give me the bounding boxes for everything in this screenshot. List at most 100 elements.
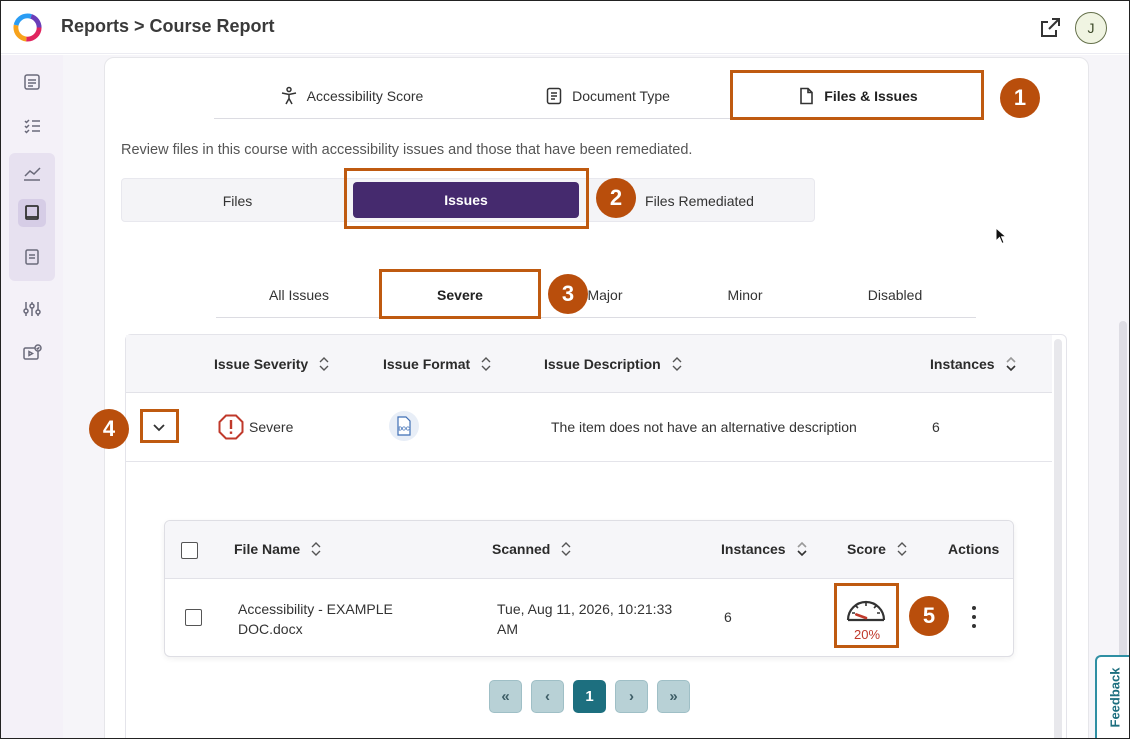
doc-file-glyph: DOC bbox=[397, 416, 411, 436]
next-page-button[interactable]: › bbox=[615, 680, 648, 713]
feedback-tab[interactable]: Feedback bbox=[1095, 655, 1129, 738]
toggle-label: Files Remediated bbox=[645, 193, 754, 209]
accessibility-icon bbox=[281, 86, 296, 105]
issue-severity-value: Severe bbox=[249, 419, 294, 435]
prev-page-button[interactable]: ‹ bbox=[531, 680, 564, 713]
file-instances-value: 6 bbox=[724, 609, 732, 625]
mouse-cursor-icon bbox=[995, 227, 1007, 245]
annotation-box-2 bbox=[344, 168, 589, 229]
row-checkbox[interactable] bbox=[185, 609, 202, 626]
tab-major[interactable]: Major bbox=[585, 281, 625, 309]
column-header-issue-format[interactable]: Issue Format bbox=[383, 355, 492, 373]
annotation-badge-5: 5 bbox=[909, 596, 949, 636]
tab-all-issues[interactable]: All Issues bbox=[249, 281, 349, 309]
scanned-value: Tue, Aug 11, 2026, 10:21:33 AM bbox=[497, 599, 672, 639]
file-name-line: DOC.docx bbox=[238, 621, 303, 637]
annotation-badge-3: 3 bbox=[548, 274, 588, 314]
sort-icon bbox=[561, 542, 571, 556]
toggle-label: Files bbox=[222, 193, 253, 209]
annotation-badge-1: 1 bbox=[1000, 78, 1040, 118]
tab-label: Accessibility Score bbox=[306, 88, 424, 104]
scanned-line: AM bbox=[497, 621, 518, 637]
first-page-button[interactable]: « bbox=[489, 680, 522, 713]
doc-format-label: DOC bbox=[398, 427, 410, 433]
file-name-link[interactable]: Accessibility - EXAMPLE DOC.docx bbox=[238, 599, 393, 639]
last-page-button[interactable]: » bbox=[657, 680, 690, 713]
column-header-score[interactable]: Score bbox=[847, 540, 908, 558]
severe-alert-icon bbox=[218, 414, 244, 440]
top-bar: Reports > Course Report J bbox=[1, 1, 1129, 54]
column-label: Instances bbox=[930, 356, 995, 372]
scanned-line: Tue, Aug 11, 2026, 10:21:33 bbox=[497, 601, 673, 617]
book-icon bbox=[25, 205, 39, 220]
severity-tabs-divider bbox=[216, 317, 976, 318]
select-all-checkbox[interactable] bbox=[181, 542, 198, 559]
sidebar-item-note[interactable] bbox=[18, 243, 46, 271]
sort-desc-icon bbox=[797, 541, 807, 557]
checklist-icon bbox=[24, 119, 40, 134]
sort-icon bbox=[897, 542, 907, 556]
issue-description-value: The item does not have an alternative de… bbox=[551, 419, 857, 435]
column-header-file-instances[interactable]: Instances bbox=[721, 540, 808, 558]
tab-document-type[interactable]: Document Type bbox=[537, 81, 677, 111]
page-title: Reports > Course Report bbox=[61, 16, 275, 36]
sliders-icon bbox=[23, 302, 41, 316]
sort-icon bbox=[319, 357, 329, 371]
column-label: Instances bbox=[721, 541, 786, 557]
doc-format-icon: DOC bbox=[389, 411, 419, 441]
column-label: Issue Severity bbox=[214, 356, 309, 372]
annotation-badge-4: 4 bbox=[89, 409, 129, 449]
sidebar-item-media[interactable] bbox=[18, 339, 46, 367]
chart-icon bbox=[24, 167, 41, 181]
column-header-issue-severity[interactable]: Issue Severity bbox=[214, 355, 330, 373]
annotation-box-1 bbox=[730, 70, 984, 120]
sidebar-item-checklist[interactable] bbox=[18, 112, 46, 140]
column-label: Scanned bbox=[492, 541, 551, 557]
column-label: File Name bbox=[234, 541, 301, 557]
sidebar-item-book[interactable] bbox=[18, 199, 46, 227]
page-1-button[interactable]: 1 bbox=[573, 680, 606, 713]
toggle-files[interactable]: Files bbox=[122, 179, 353, 223]
app-window: Reports > Course Report J Accessibility … bbox=[0, 0, 1130, 739]
column-label: Issue Description bbox=[544, 356, 661, 372]
column-label: Score bbox=[847, 541, 886, 557]
tab-label: Document Type bbox=[572, 88, 670, 104]
sort-icon bbox=[311, 542, 321, 556]
sort-icon bbox=[481, 357, 491, 371]
video-check-icon bbox=[23, 344, 42, 360]
note-icon bbox=[25, 249, 39, 265]
column-header-actions: Actions bbox=[948, 541, 1000, 557]
user-avatar[interactable]: J bbox=[1075, 12, 1107, 44]
sort-icon bbox=[672, 357, 682, 371]
column-header-instances[interactable]: Instances bbox=[930, 355, 1017, 373]
annotation-box-3 bbox=[379, 269, 541, 319]
annotation-box-5 bbox=[834, 583, 899, 648]
tab-disabled[interactable]: Disabled bbox=[855, 281, 935, 309]
column-header-issue-description[interactable]: Issue Description bbox=[544, 355, 683, 373]
tab-minor[interactable]: Minor bbox=[705, 281, 785, 309]
sidebar-item-settings[interactable] bbox=[18, 295, 46, 323]
files-issues-description: Review files in this course with accessi… bbox=[121, 142, 693, 158]
sort-desc-icon bbox=[1006, 356, 1016, 372]
tab-label: Minor bbox=[727, 287, 763, 303]
sidebar-item-document[interactable] bbox=[18, 68, 46, 96]
app-logo-icon[interactable] bbox=[12, 12, 43, 43]
more-actions-icon[interactable] bbox=[967, 606, 981, 628]
document-icon bbox=[24, 74, 40, 90]
column-header-file-name[interactable]: File Name bbox=[234, 540, 322, 558]
annotation-box-4 bbox=[140, 409, 179, 443]
annotation-badge-2: 2 bbox=[596, 178, 636, 218]
column-label: Issue Format bbox=[383, 356, 471, 372]
issue-instances-value: 6 bbox=[932, 419, 940, 435]
document-type-icon bbox=[546, 87, 562, 105]
file-name-line: Accessibility - EXAMPLE bbox=[238, 601, 393, 617]
tab-accessibility-score[interactable]: Accessibility Score bbox=[271, 81, 431, 111]
tab-label: Disabled bbox=[867, 287, 923, 303]
issues-table-scrollbar[interactable] bbox=[1054, 339, 1062, 738]
column-header-scanned[interactable]: Scanned bbox=[492, 540, 572, 558]
external-link-icon[interactable] bbox=[1038, 16, 1062, 40]
sidebar bbox=[1, 55, 69, 738]
feedback-label: Feedback bbox=[1107, 667, 1123, 728]
tab-label: Major bbox=[587, 287, 623, 303]
sidebar-item-chart[interactable] bbox=[18, 159, 46, 187]
